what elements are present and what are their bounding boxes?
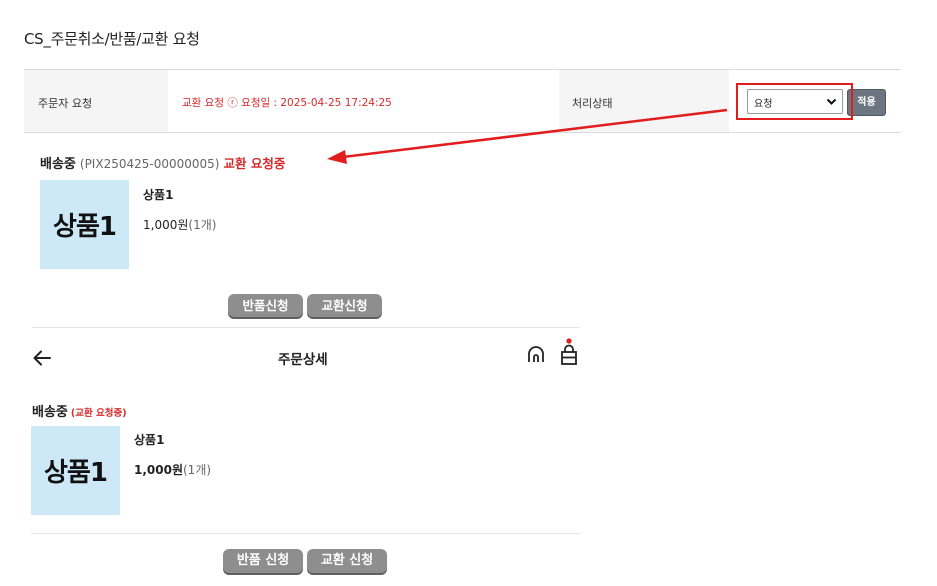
admin-product-price: 1,000원(1개) [143,216,216,233]
home-icon[interactable] [526,345,546,365]
mobile-exchange-request-button[interactable]: 교환 신청 [307,549,387,573]
mobile-product-name: 상품1 [134,433,165,447]
back-arrow-icon[interactable] [32,348,52,368]
mobile-return-request-button[interactable]: 반품 신청 [223,549,303,573]
return-request-button[interactable]: 반품신청 [228,294,303,317]
mobile-product-price: 1,000원(1개) [134,461,211,478]
mobile-exchange-status: (교환 요청중) [70,408,127,419]
divider [32,327,580,328]
cart-icon[interactable] [559,338,579,366]
admin-quantity: (1개) [188,218,217,232]
divider [31,533,580,534]
admin-status-text: 배송중 [40,157,76,172]
admin-product-thumbnail[interactable]: 상품1 [40,180,129,269]
cart-badge-dot [566,338,572,344]
admin-exchange-status: 교환 요청중 [223,156,286,171]
mobile-quantity: (1개) [183,463,212,477]
exchange-request-button[interactable]: 교환신청 [307,294,382,317]
admin-product-name: 상품1 [143,188,174,202]
mobile-status-text: 배송중 [32,405,68,420]
admin-price-value: 1,000원 [143,218,189,232]
annotation-arrow [327,108,728,164]
admin-order-status: 배송중 (PIX250425-00000005) 교환 요청중 [40,153,285,172]
mobile-price-value: 1,000원 [134,463,183,477]
mobile-product-thumbnail[interactable]: 상품1 [31,426,120,515]
admin-order-number: (PIX250425-00000005) [79,157,220,171]
mobile-order-status: 배송중 (교환 요청중) [32,401,127,420]
mobile-header-title: 주문상세 [278,352,328,368]
